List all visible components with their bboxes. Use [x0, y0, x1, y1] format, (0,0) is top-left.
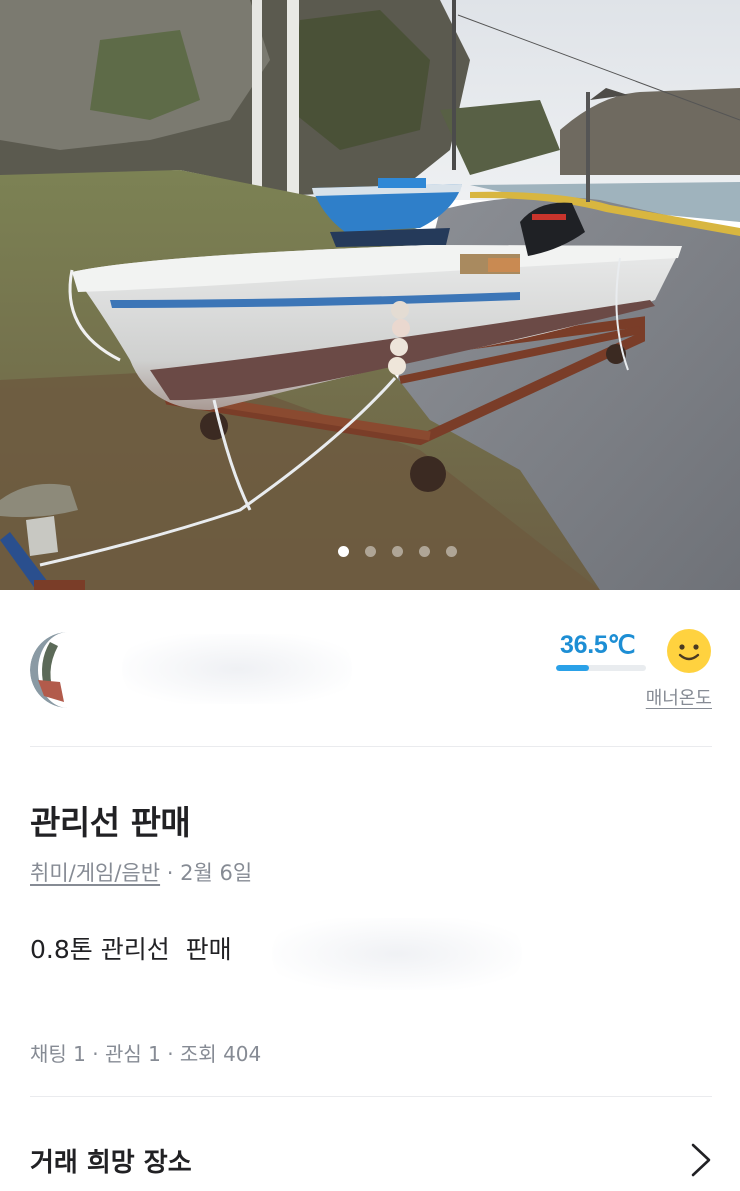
temperature-bar [556, 665, 646, 671]
description-blurred [272, 918, 522, 990]
chevron-right-icon [691, 1143, 711, 1177]
page-dot [365, 546, 376, 557]
post-date: 2월 6일 [180, 861, 253, 885]
post-title: 관리선 판매 [30, 803, 191, 842]
preferred-location-label: 거래 희망 장소 [30, 1148, 192, 1178]
preferred-location-row[interactable]: 거래 희망 장소 [30, 1130, 712, 1190]
manner-temperature[interactable]: 36.5℃ 매너온도 [552, 628, 712, 712]
meta-separator: · [160, 861, 181, 885]
divider [30, 1096, 712, 1097]
post-description: 0.8톤 관리선 판매 [30, 935, 232, 964]
temperature-fill [556, 665, 589, 671]
post-stats: 채팅 1 · 관심 1 · 조회 404 [30, 1042, 262, 1066]
product-photo[interactable] [0, 0, 740, 590]
profile-avatar[interactable] [30, 632, 106, 708]
seller-profile[interactable]: 36.5℃ 매너온도 [30, 628, 712, 718]
page-dot [392, 546, 403, 557]
profile-avatar-image [30, 632, 68, 708]
smile-face-icon [667, 629, 711, 673]
divider [30, 746, 712, 747]
boat-photo [0, 0, 740, 590]
page-dot [446, 546, 457, 557]
seller-name-blurred [122, 634, 352, 704]
category-link[interactable]: 취미/게임/음반 [30, 861, 160, 885]
photo-page-indicator [0, 546, 740, 560]
temperature-value: 36.5℃ [560, 631, 636, 659]
page-dot [419, 546, 430, 557]
page-dot-active [338, 546, 349, 557]
post-meta: 취미/게임/음반 · 2월 6일 [30, 857, 252, 887]
manner-temperature-label[interactable]: 매너온도 [646, 684, 712, 710]
